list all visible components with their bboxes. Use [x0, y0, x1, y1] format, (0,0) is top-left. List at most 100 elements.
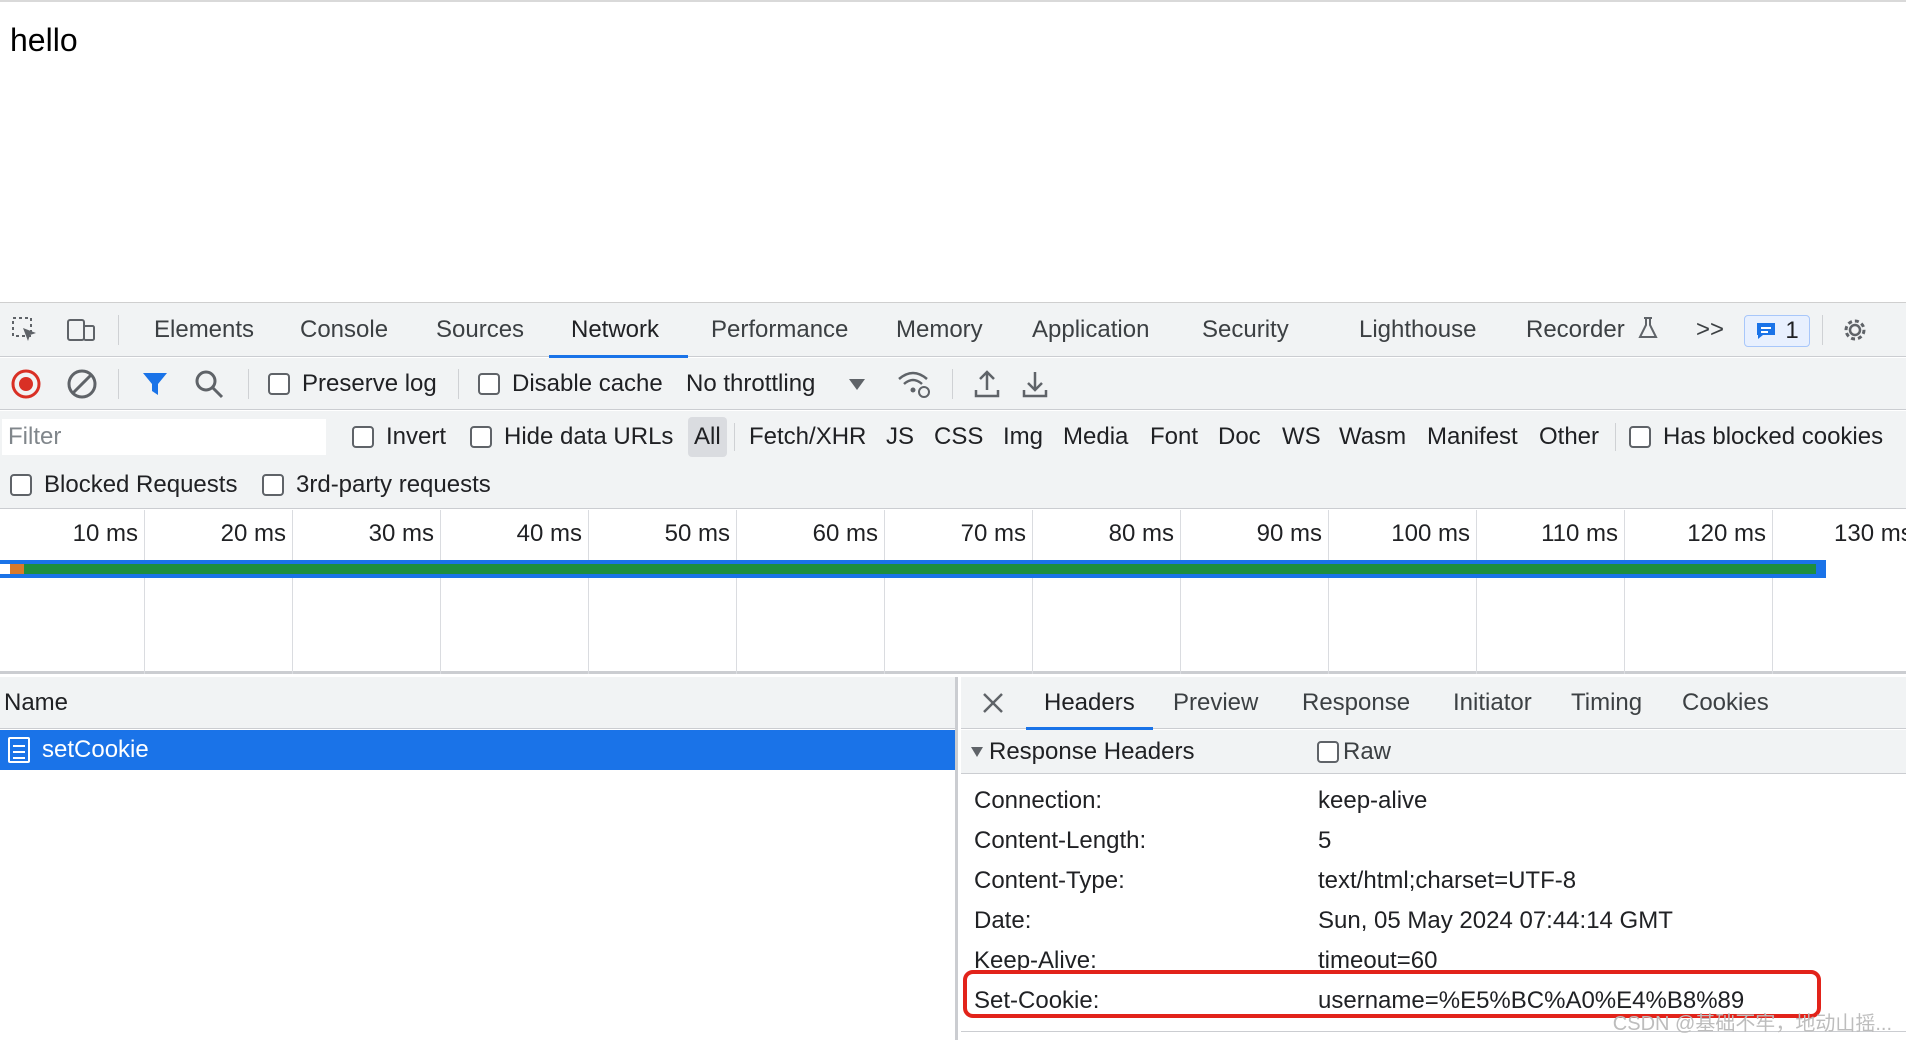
timeline-tick-label: 30 ms	[368, 520, 434, 547]
checkbox[interactable]	[478, 373, 500, 395]
type-filter-js[interactable]: JS	[886, 417, 914, 457]
has-blocked-cookies-checkbox[interactable]: Has blocked cookies	[1629, 417, 1883, 457]
tab-application[interactable]: Application	[1010, 303, 1171, 357]
timeline-tick-label: 120 ms	[1687, 520, 1766, 547]
tab-cookies[interactable]: Cookies	[1664, 677, 1787, 729]
timeline-tick-label: 90 ms	[1256, 520, 1322, 547]
filter-input[interactable]	[2, 419, 326, 455]
hide-data-urls-checkbox[interactable]: Hide data URLs	[470, 417, 673, 457]
timeline-gridline	[1032, 510, 1033, 674]
tab-timing[interactable]: Timing	[1553, 677, 1660, 729]
checkbox[interactable]	[1317, 741, 1339, 763]
tab-headers[interactable]: Headers	[1026, 677, 1153, 730]
browser-page: hello Elements Console Sources Network P…	[0, 0, 1906, 1040]
type-filter-wasm[interactable]: Wasm	[1339, 417, 1406, 457]
disable-cache-label: Disable cache	[512, 370, 663, 397]
timeline-tick-label: 50 ms	[664, 520, 730, 547]
column-header-name[interactable]: Name	[0, 677, 955, 729]
close-icon[interactable]	[979, 689, 1007, 717]
more-tabs-icon[interactable]: >>	[1690, 303, 1730, 357]
header-row: Content-Type: text/html;charset=UTF-8	[961, 861, 1906, 901]
network-overview-timeline[interactable]: 10 ms 20 ms 30 ms 40 ms 50 ms 60 ms 70 ms 80 ms…	[0, 510, 1906, 674]
has-blocked-cookies-label: Has blocked cookies	[1663, 423, 1884, 450]
type-filter-doc[interactable]: Doc	[1218, 417, 1261, 457]
export-har-download-icon[interactable]	[1020, 358, 1050, 410]
type-filter-font[interactable]: Font	[1150, 417, 1198, 457]
network-conditions-wifi-icon[interactable]	[896, 358, 932, 410]
type-filter-manifest[interactable]: Manifest	[1427, 417, 1518, 457]
timeline-tick-label: 110 ms	[1541, 520, 1618, 547]
raw-label: Raw	[1343, 738, 1392, 765]
timeline-gridline	[440, 510, 441, 674]
checkbox[interactable]	[1629, 426, 1651, 448]
record-stop-icon[interactable]	[10, 358, 42, 410]
third-party-requests-label: 3rd-party requests	[296, 471, 491, 498]
blocked-requests-label: Blocked Requests	[44, 471, 238, 498]
tab-recorder-label: Recorder	[1526, 316, 1625, 343]
separator	[458, 369, 459, 399]
checkbox[interactable]	[470, 426, 492, 448]
separator	[1822, 315, 1823, 345]
type-filter-fetch-xhr[interactable]: Fetch/XHR	[749, 417, 866, 457]
preserve-log-checkbox[interactable]: Preserve log	[268, 358, 437, 410]
devtools-tab-bar: Elements Console Sources Network Perform…	[0, 303, 1906, 358]
tab-lighthouse[interactable]: Lighthouse	[1337, 303, 1498, 357]
page-text: hello	[10, 22, 78, 58]
tab-preview[interactable]: Preview	[1155, 677, 1276, 729]
raw-checkbox[interactable]: Raw	[1317, 730, 1391, 774]
separator	[118, 315, 119, 345]
inspect-element-icon[interactable]	[10, 315, 40, 345]
timeline-gridline	[1772, 510, 1773, 674]
issues-badge[interactable]: 1	[1744, 315, 1810, 347]
tab-elements[interactable]: Elements	[132, 303, 276, 357]
settings-gear-icon[interactable]	[1840, 315, 1870, 345]
request-row-setcookie[interactable]: setCookie	[0, 730, 955, 770]
response-headers-section[interactable]: Response Headers Raw	[961, 730, 1906, 774]
tab-console[interactable]: Console	[278, 303, 410, 357]
search-icon[interactable]	[194, 358, 224, 410]
import-har-upload-icon[interactable]	[972, 358, 1002, 410]
type-filter-ws[interactable]: WS	[1282, 417, 1321, 457]
checkbox[interactable]	[352, 426, 374, 448]
type-filter-other[interactable]: Other	[1539, 417, 1599, 457]
header-value: keep-alive	[1318, 787, 1428, 814]
tab-recorder[interactable]: Recorder	[1504, 303, 1681, 357]
header-value: Sun, 05 May 2024 07:44:14 GMT	[1318, 907, 1673, 934]
checkbox[interactable]	[10, 474, 32, 496]
timeline-gridline	[736, 510, 737, 674]
timeline-gridline	[1476, 510, 1477, 674]
type-filter-media[interactable]: Media	[1063, 417, 1128, 457]
type-filter-css[interactable]: CSS	[934, 417, 983, 457]
tab-response[interactable]: Response	[1284, 677, 1428, 729]
tab-network[interactable]: Network	[549, 303, 688, 358]
devtools-panel: Elements Console Sources Network Perform…	[0, 302, 1906, 1040]
header-name: Connection:	[974, 787, 1103, 814]
separator	[118, 369, 119, 399]
blocked-requests-checkbox[interactable]: Blocked Requests	[10, 465, 237, 505]
tab-memory[interactable]: Memory	[874, 303, 1005, 357]
checkbox[interactable]	[268, 373, 290, 395]
header-value: 5	[1318, 827, 1332, 854]
disable-cache-checkbox[interactable]: Disable cache	[478, 358, 663, 410]
clear-icon[interactable]	[66, 358, 98, 410]
separator	[248, 369, 249, 399]
timeline-gridline	[588, 510, 589, 674]
invert-checkbox[interactable]: Invert	[352, 417, 446, 457]
device-toolbar-icon[interactable]	[66, 315, 96, 345]
type-filter-img[interactable]: Img	[1003, 417, 1043, 457]
timeline-tick-label: 70 ms	[960, 520, 1026, 547]
third-party-requests-checkbox[interactable]: 3rd-party requests	[262, 465, 491, 505]
tab-performance[interactable]: Performance	[689, 303, 870, 357]
timeline-gridline	[292, 510, 293, 674]
filter-funnel-icon[interactable]	[140, 358, 170, 410]
tab-security[interactable]: Security	[1180, 303, 1311, 357]
tab-initiator[interactable]: Initiator	[1435, 677, 1550, 729]
separator	[734, 423, 735, 451]
header-row: Content-Length: 5	[961, 821, 1906, 861]
checkbox[interactable]	[262, 474, 284, 496]
type-filter-all[interactable]: All	[688, 417, 727, 457]
timeline-tick-label: 130 ms	[1834, 520, 1906, 547]
tab-sources[interactable]: Sources	[414, 303, 546, 357]
throttling-select[interactable]: No throttling	[686, 358, 866, 410]
timeline-tick-label: 80 ms	[1108, 520, 1174, 547]
